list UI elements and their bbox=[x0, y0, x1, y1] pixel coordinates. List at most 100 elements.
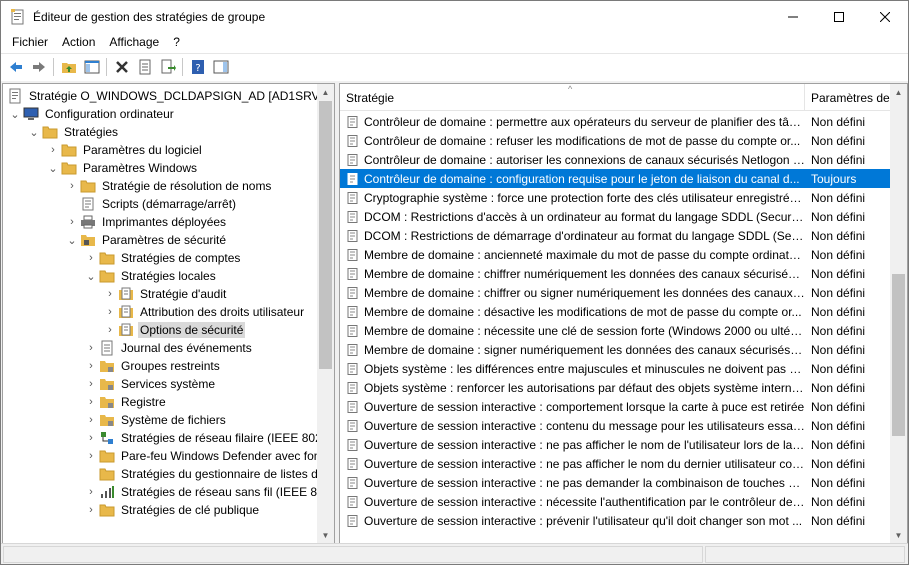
show-hide-tree-button[interactable] bbox=[80, 56, 103, 78]
policy-row[interactable]: Ouverture de session interactive : ne pa… bbox=[340, 435, 892, 454]
policy-row[interactable]: Membre de domaine : signer numériquement… bbox=[340, 340, 892, 359]
tree-vertical-scrollbar[interactable]: ▲ ▼ bbox=[317, 84, 334, 544]
tree-node[interactable]: › Options de sécurité bbox=[102, 321, 246, 339]
tree-node[interactable]: › Paramètres du logiciel bbox=[45, 141, 204, 159]
delete-button[interactable] bbox=[110, 56, 133, 78]
tree-node[interactable]: ⌄ Paramètres Windows bbox=[45, 159, 199, 177]
policy-row[interactable]: Contrôleur de domaine : autoriser les co… bbox=[340, 150, 892, 169]
policy-row[interactable]: Objets système : renforcer les autorisat… bbox=[340, 378, 892, 397]
policy-row[interactable]: Ouverture de session interactive : conte… bbox=[340, 416, 892, 435]
tree-node[interactable]: › Imprimantes déployées bbox=[64, 213, 228, 231]
expand-chevron-down-icon[interactable]: ⌄ bbox=[45, 159, 61, 177]
expand-chevron-right-icon[interactable]: › bbox=[83, 249, 99, 267]
menu-fichier[interactable]: Fichier bbox=[5, 32, 55, 53]
help-button[interactable]: ? bbox=[186, 56, 209, 78]
expand-chevron-right-icon[interactable]: › bbox=[64, 177, 80, 195]
gpme-window: Éditeur de gestion des stratégies de gro… bbox=[0, 0, 909, 565]
scroll-thumb[interactable] bbox=[319, 101, 332, 369]
policy-cell: Cryptographie système : force une protec… bbox=[340, 191, 805, 205]
menu-action[interactable]: Action bbox=[55, 32, 102, 53]
expand-chevron-right-icon[interactable]: › bbox=[83, 429, 99, 447]
scroll-up-arrow-icon[interactable]: ▲ bbox=[317, 84, 334, 101]
tree-node[interactable]: › Stratégies de comptes bbox=[83, 249, 242, 267]
policy-row[interactable]: Ouverture de session interactive : préve… bbox=[340, 511, 892, 530]
tree-node[interactable]: › Stratégie de résolution de noms bbox=[64, 177, 273, 195]
expand-chevron-right-icon[interactable]: › bbox=[83, 501, 99, 519]
policy-cell: Ouverture de session interactive : ne pa… bbox=[340, 476, 805, 490]
expand-chevron-right-icon[interactable]: › bbox=[83, 339, 99, 357]
tree-node[interactable]: › Stratégies de clé publique bbox=[83, 501, 261, 519]
policy-row[interactable]: DCOM : Restrictions d'accès à un ordinat… bbox=[340, 207, 892, 226]
expand-chevron-down-icon[interactable]: ⌄ bbox=[7, 105, 23, 123]
column-header-setting[interactable]: Paramètres de bbox=[805, 84, 892, 111]
expand-chevron-right-icon[interactable]: › bbox=[83, 411, 99, 429]
expand-chevron-right-icon[interactable]: › bbox=[83, 375, 99, 393]
policy-row[interactable]: Ouverture de session interactive : compo… bbox=[340, 397, 892, 416]
up-level-button[interactable] bbox=[57, 56, 80, 78]
show-hide-action-pane-button[interactable] bbox=[209, 56, 232, 78]
tree-node[interactable]: Stratégie O_WINDOWS_DCLDAPSIGN_AD [AD1SR… bbox=[7, 87, 334, 105]
tree-node[interactable]: › Attribution des droits utilisateur bbox=[102, 303, 306, 321]
policy-row[interactable]: Membre de domaine : désactive les modifi… bbox=[340, 302, 892, 321]
expand-chevron-right-icon[interactable]: › bbox=[83, 447, 99, 465]
tree-node[interactable]: Stratégies du gestionnaire de listes de bbox=[83, 465, 326, 483]
tree-node[interactable]: ⌄ Paramètres de sécurité bbox=[64, 231, 228, 249]
export-list-button[interactable] bbox=[156, 56, 179, 78]
expand-chevron-right-icon[interactable]: › bbox=[45, 141, 61, 159]
tree-node[interactable]: › Pare-feu Windows Defender avec fon bbox=[83, 447, 322, 465]
policy-row[interactable]: Membre de domaine : chiffrer numériqueme… bbox=[340, 264, 892, 283]
policy-row[interactable]: Ouverture de session interactive : ne pa… bbox=[340, 473, 892, 492]
policy-row[interactable]: Contrôleur de domaine : permettre aux op… bbox=[340, 112, 892, 131]
forward-button[interactable] bbox=[27, 56, 50, 78]
expand-chevron-right-icon[interactable]: › bbox=[83, 357, 99, 375]
expand-chevron-right-icon[interactable]: › bbox=[102, 285, 118, 303]
scroll-thumb[interactable] bbox=[892, 274, 905, 436]
expand-chevron-right-icon[interactable]: › bbox=[83, 483, 99, 501]
tree-node[interactable]: Scripts (démarrage/arrêt) bbox=[64, 195, 238, 213]
tree-node[interactable]: › Services système bbox=[83, 375, 217, 393]
policy-setting-value: Non défini bbox=[811, 266, 866, 281]
tree-node[interactable]: › Groupes restreints bbox=[83, 357, 222, 375]
list-vertical-scrollbar[interactable]: ▲ ▼ bbox=[890, 84, 907, 544]
policy-row[interactable]: Contrôleur de domaine : refuser les modi… bbox=[340, 131, 892, 150]
policy-row[interactable]: Membre de domaine : nécessite une clé de… bbox=[340, 321, 892, 340]
expand-chevron-down-icon[interactable]: ⌄ bbox=[26, 123, 42, 141]
scroll-down-arrow-icon[interactable]: ▼ bbox=[890, 527, 907, 544]
policy-row[interactable]: Cryptographie système : force une protec… bbox=[340, 188, 892, 207]
tree-node[interactable]: ⌄ Configuration ordinateur bbox=[7, 105, 176, 123]
tree-node[interactable]: › Registre bbox=[83, 393, 168, 411]
tree-node[interactable]: › Stratégies de réseau filaire (IEEE 802.… bbox=[83, 429, 334, 447]
tree-node[interactable]: › Système de fichiers bbox=[83, 411, 228, 429]
expand-chevron-right-icon[interactable]: › bbox=[83, 393, 99, 411]
back-button[interactable] bbox=[4, 56, 27, 78]
policy-row[interactable]: Ouverture de session interactive : néces… bbox=[340, 492, 892, 511]
policy-row[interactable]: Membre de domaine : chiffrer ou signer n… bbox=[340, 283, 892, 302]
scroll-down-arrow-icon[interactable]: ▼ bbox=[317, 527, 334, 544]
tree-node[interactable]: ⌄ Stratégies locales bbox=[83, 267, 218, 285]
menu-help[interactable]: ? bbox=[166, 32, 187, 53]
expand-chevron-down-icon[interactable]: ⌄ bbox=[64, 231, 80, 249]
minimize-button[interactable] bbox=[770, 1, 816, 32]
expand-chevron-right-icon[interactable]: › bbox=[102, 321, 118, 339]
maximize-button[interactable] bbox=[816, 1, 862, 32]
policy-row[interactable]: Objets système : les différences entre m… bbox=[340, 359, 892, 378]
tree-node[interactable]: ⌄ Stratégies bbox=[26, 123, 120, 141]
properties-button[interactable] bbox=[133, 56, 156, 78]
policy-row[interactable]: Contrôleur de domaine : configuration re… bbox=[340, 169, 892, 188]
menu-affichage[interactable]: Affichage bbox=[102, 32, 166, 53]
policy-setting-icon bbox=[347, 419, 359, 432]
column-header-policy[interactable]: Stratégie ^ bbox=[340, 84, 805, 111]
expand-chevron-right-icon[interactable]: › bbox=[64, 213, 80, 231]
policy-row[interactable]: Membre de domaine : ancienneté maximale … bbox=[340, 245, 892, 264]
policy-row[interactable]: Ouverture de session interactive : ne pa… bbox=[340, 454, 892, 473]
details-list[interactable]: Stratégie ^ Paramètres de Contrôleur de … bbox=[339, 83, 908, 545]
close-button[interactable] bbox=[862, 1, 908, 32]
expand-chevron-down-icon[interactable]: ⌄ bbox=[83, 267, 99, 285]
expand-chevron-right-icon[interactable]: › bbox=[102, 303, 118, 321]
tree-node[interactable]: › Stratégies de réseau sans fil (IEEE 802… bbox=[83, 483, 334, 501]
console-tree[interactable]: Stratégie O_WINDOWS_DCLDAPSIGN_AD [AD1SR… bbox=[2, 83, 335, 545]
policy-row[interactable]: DCOM : Restrictions de démarrage d'ordin… bbox=[340, 226, 892, 245]
tree-node[interactable]: › Journal des événements bbox=[83, 339, 254, 357]
tree-node[interactable]: › Stratégie d'audit bbox=[102, 285, 228, 303]
scroll-up-arrow-icon[interactable]: ▲ bbox=[890, 84, 907, 101]
